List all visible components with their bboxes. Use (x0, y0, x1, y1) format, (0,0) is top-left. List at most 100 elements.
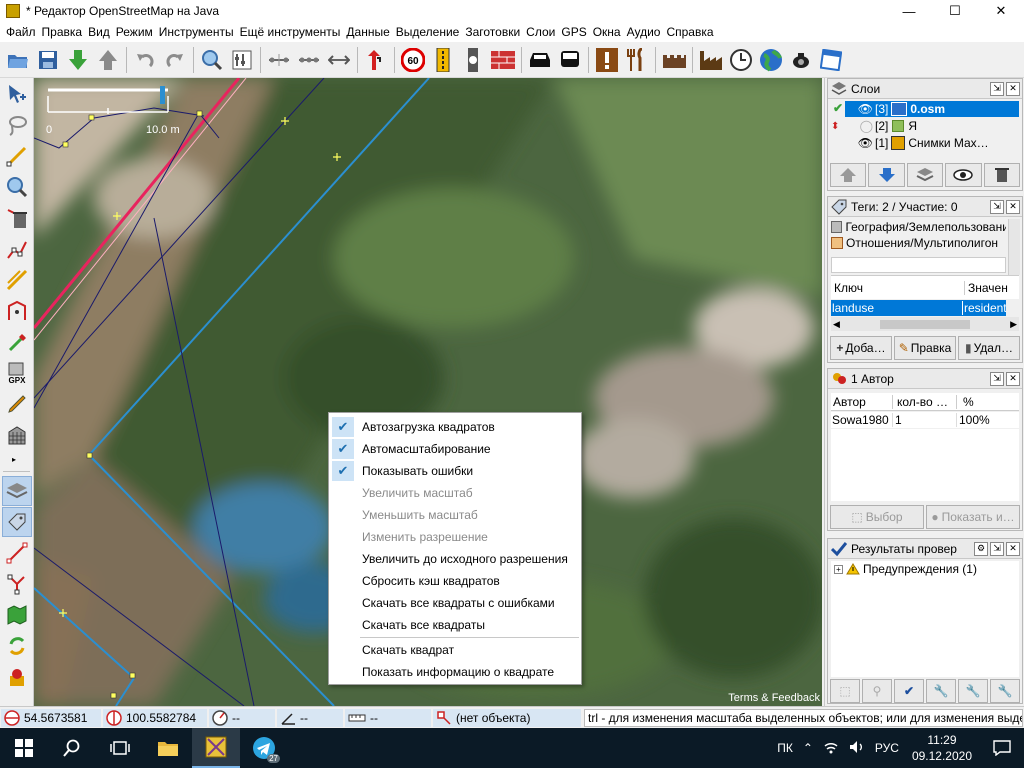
imagery-attribution-link[interactable]: Terms & Feedback (728, 692, 820, 704)
file-explorer-icon[interactable] (144, 728, 192, 768)
menu-item-tile-info[interactable]: Показать информацию о квадрате (329, 661, 581, 683)
move-up-button[interactable] (830, 163, 867, 187)
bus-icon[interactable] (556, 46, 584, 74)
relations-icon[interactable] (2, 569, 32, 599)
select-author-button[interactable]: ⬚ Выбор (830, 505, 924, 529)
tags-horizontal-scrollbar[interactable]: ◀ ▶ (831, 317, 1019, 331)
visibility-eye-icon[interactable]: ◯ (845, 119, 875, 133)
move-down-button[interactable] (868, 163, 905, 187)
lasso-tool-icon[interactable] (2, 110, 32, 140)
key-column-header[interactable]: Ключ (831, 280, 965, 295)
select-invalid-icon[interactable]: ⬚ (830, 679, 860, 703)
preset-link[interactable]: Отношения/Мультиполигон (831, 235, 1006, 251)
undo-icon[interactable] (131, 46, 159, 74)
settings-button[interactable]: ⚙ (974, 541, 988, 556)
dock-button[interactable]: ⇲ (990, 81, 1004, 96)
validate-icon[interactable]: ✔ (894, 679, 924, 703)
show-author-button[interactable]: ● Показать и… (926, 505, 1020, 529)
open-icon[interactable] (4, 46, 32, 74)
pencil-tool-icon[interactable] (2, 389, 32, 419)
menu-tools[interactable]: Инструменты (156, 22, 237, 42)
redo-icon[interactable] (161, 46, 189, 74)
globe-icon[interactable] (757, 46, 785, 74)
visibility-eye-icon[interactable]: 👁 (845, 102, 875, 116)
input-language-label[interactable]: РУС (870, 741, 904, 755)
distribute-icon[interactable] (295, 46, 323, 74)
dock-button[interactable]: ⇲ (990, 541, 1004, 556)
calendar-icon[interactable] (817, 46, 845, 74)
speed-limit-icon[interactable]: 60 (399, 46, 427, 74)
add-tag-button[interactable]: + Доба… (830, 336, 892, 360)
upload-icon[interactable] (94, 46, 122, 74)
notifications-icon[interactable] (980, 728, 1024, 768)
menu-audio[interactable]: Аудио (624, 22, 664, 42)
gpx-tool-icon[interactable]: GPX (2, 358, 32, 388)
improve-way-tool-icon[interactable] (2, 234, 32, 264)
preset-scrollbar[interactable] (1008, 219, 1020, 275)
close-panel-button[interactable]: ✕ (1006, 371, 1020, 386)
ignore-list-icon[interactable]: 🔧 (990, 679, 1020, 703)
menu-more-tools[interactable]: Ещё инструменты (237, 22, 344, 42)
menu-file[interactable]: Файл (3, 22, 39, 42)
dock-button[interactable]: ⇲ (990, 199, 1004, 214)
value-column-header[interactable]: Значен (965, 281, 1008, 295)
tag-row-selected[interactable]: landuse resident (831, 300, 1006, 316)
preset-link[interactable]: География/Землепользование (831, 219, 1006, 235)
zoom-to-invalid-icon[interactable]: ⚲ (862, 679, 892, 703)
menu-item-autozoom[interactable]: ✔ Автомасштабирование (329, 438, 581, 460)
select-tool-icon[interactable] (2, 79, 32, 109)
extrude-tool-icon[interactable] (2, 296, 32, 326)
menu-imagery[interactable]: Слои (523, 22, 558, 42)
menu-item-load-tile[interactable]: Скачать квадрат (329, 639, 581, 661)
traffic-signals-icon[interactable] (429, 46, 457, 74)
delete-tool-icon[interactable] (2, 203, 32, 233)
map-paint-icon[interactable] (2, 600, 32, 630)
preferences-icon[interactable] (228, 46, 256, 74)
camera-icon[interactable] (787, 46, 815, 74)
menu-item-load-all-tiles[interactable]: Скачать все квадраты (329, 614, 581, 636)
factory-icon[interactable] (697, 46, 725, 74)
layers-toggle-icon[interactable] (2, 476, 32, 506)
zoom-icon[interactable] (198, 46, 226, 74)
close-panel-button[interactable]: ✕ (1006, 81, 1020, 96)
building-tool-icon[interactable] (2, 420, 32, 450)
clock-icon[interactable] (727, 46, 755, 74)
menu-data[interactable]: Данные (343, 22, 392, 42)
layer-row[interactable]: ⬍ ◯ [2] Я (831, 118, 1019, 134)
notes-icon[interactable] (2, 662, 32, 692)
clock[interactable]: 11:29 09.12.2020 (904, 732, 980, 764)
layer-row-active[interactable]: ✔ 👁 [3] 0.osm (831, 101, 1019, 117)
menu-edit[interactable]: Правка (39, 22, 86, 42)
draw-gps-tool-icon[interactable] (2, 327, 32, 357)
josm-taskbar-icon[interactable] (192, 728, 240, 768)
warnings-tree-node[interactable]: + Предупреждения (1) (831, 561, 1019, 577)
restaurant-icon[interactable] (623, 46, 651, 74)
menu-windows[interactable]: Окна (590, 22, 624, 42)
menu-mode[interactable]: Режим (113, 22, 156, 42)
pedestrian-crossing-icon[interactable] (459, 46, 487, 74)
layer-row[interactable]: 👁 [1] Снимки Мах… (831, 135, 1019, 151)
author-row[interactable]: Sowa1980 1 100% (831, 412, 1019, 428)
warning-icon[interactable] (593, 46, 621, 74)
download-icon[interactable] (64, 46, 92, 74)
menu-presets[interactable]: Заготовки (462, 22, 523, 42)
car-icon[interactable] (526, 46, 554, 74)
zoom-tool-icon[interactable] (2, 172, 32, 202)
speaker-icon[interactable] (844, 740, 870, 757)
ignore-icon[interactable]: 🔧 (958, 679, 988, 703)
network-icon[interactable] (818, 740, 844, 757)
tree-expander-icon[interactable]: + (834, 564, 843, 574)
menu-gps[interactable]: GPS (558, 22, 589, 42)
align-icon[interactable] (265, 46, 293, 74)
merge-layers-button[interactable] (906, 163, 944, 187)
maximize-button[interactable]: ☐ (932, 0, 978, 22)
expand-arrow-icon[interactable]: ▸ (0, 451, 33, 467)
castle-icon[interactable] (660, 46, 688, 74)
dock-button[interactable]: ⇲ (990, 371, 1004, 386)
keyboard-layout-label[interactable]: ПК (772, 741, 798, 755)
menu-item-autoload-tiles[interactable]: ✔ Автозагрузка квадратов (329, 416, 581, 438)
save-icon[interactable] (34, 46, 62, 74)
menu-view[interactable]: Вид (85, 22, 113, 42)
telegram-icon[interactable]: 27 (240, 728, 288, 768)
minimize-button[interactable]: — (886, 0, 932, 22)
